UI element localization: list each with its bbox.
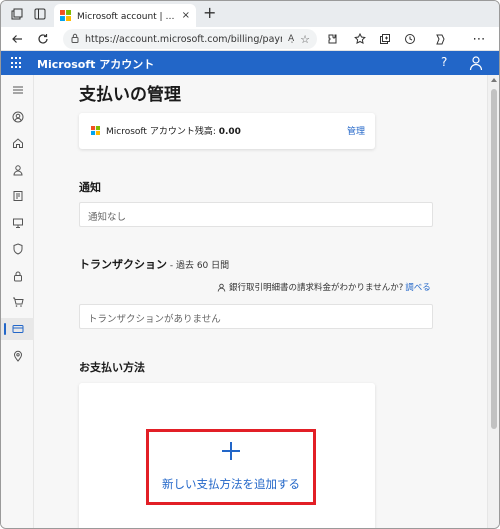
extensions-icon[interactable] (324, 31, 340, 47)
devices-icon (12, 218, 23, 228)
favorite-icon[interactable]: ☆ (300, 33, 310, 46)
security-icon (13, 243, 22, 255)
notifications-empty-text: 通知なし (88, 212, 127, 223)
notifications-box: 通知なし (79, 202, 433, 227)
add-payment-method-button[interactable]: 新しい支払方法を追加する (146, 429, 316, 505)
rewards-icon (13, 191, 22, 201)
tab-strip: Microsoft account | 支払いオプション × + (1, 1, 499, 27)
person-icon (217, 283, 226, 292)
sidebar-item-devices[interactable] (1, 212, 34, 234)
microsoft-logo-icon (60, 10, 71, 21)
balance-label: Microsoft アカウント残高: 0.00 (106, 124, 241, 137)
favorites-bar-icon[interactable] (352, 31, 368, 47)
sidebar-item-subscriptions[interactable] (1, 185, 34, 207)
balance-value: 0.00 (218, 127, 241, 137)
location-icon (13, 350, 22, 362)
back-icon[interactable] (9, 31, 25, 47)
new-tab-button[interactable]: + (203, 5, 216, 21)
refresh-icon[interactable] (35, 31, 51, 47)
address-bar[interactable]: https://account.microsoft.com/billing/pa… (63, 29, 317, 49)
bank-question-text: 銀行取引明細書の請求料金がわかりませんか? (229, 283, 404, 293)
browser-window: Microsoft account | 支払いオプション × + https:/… (0, 0, 500, 529)
history-icon[interactable] (402, 31, 418, 47)
person-icon (12, 165, 23, 176)
payment-methods-heading: お支払い方法 (79, 361, 145, 374)
orders-icon (12, 297, 24, 307)
active-tab[interactable]: Microsoft account | 支払いオプション × (54, 4, 196, 27)
app-header: Microsoft アカウント ? (1, 51, 499, 75)
sidebar-item-orders[interactable] (1, 291, 34, 313)
sidebar-item-security[interactable] (1, 238, 34, 260)
help-button[interactable]: ? (441, 55, 447, 69)
bank-statement-line: 銀行取引明細書の請求料金がわかりませんか? 調べる (217, 281, 431, 293)
transactions-heading-text: トランザクション (79, 258, 167, 271)
more-options-icon[interactable]: ⋯ (471, 31, 487, 47)
profile-icon[interactable] (469, 55, 483, 71)
add-payment-method-label: 新しい支払方法を追加する (162, 477, 300, 491)
home-icon (12, 138, 23, 148)
transactions-box: トランザクションがありません (79, 304, 433, 329)
main-content: 支払いの管理 Microsoft アカウント残高: 0.00 管理 通知 通知な… (34, 75, 487, 528)
read-aloud-button[interactable]: Aͅ (288, 34, 294, 44)
scroll-up-icon[interactable] (491, 78, 497, 82)
waffle-icon[interactable] (11, 57, 23, 69)
sidebar-item-profile[interactable] (1, 106, 34, 128)
payment-methods-card: 新しい支払方法を追加する (79, 383, 375, 528)
collections-icon[interactable] (377, 31, 393, 47)
transactions-empty-text: トランザクションがありません (88, 314, 221, 325)
microsoft-logo-icon (91, 126, 100, 135)
balance-label-text: Microsoft アカウント残高: (106, 127, 219, 137)
transactions-period: - 過去 60 日間 (167, 261, 230, 271)
notifications-heading: 通知 (79, 181, 101, 194)
payment-icon (12, 325, 23, 333)
page-title: 支払いの管理 (79, 85, 181, 105)
plus-icon (222, 442, 240, 460)
tab-close-button[interactable]: × (182, 10, 190, 21)
lock-icon[interactable] (70, 32, 80, 46)
sidebar-item-your-info[interactable] (1, 159, 34, 181)
privacy-icon (13, 271, 22, 282)
brand-title[interactable]: Microsoft アカウント (37, 56, 154, 72)
scrollbar[interactable] (487, 75, 499, 528)
menu-icon[interactable] (1, 79, 34, 101)
copilot-icon[interactable] (432, 31, 448, 47)
sidebar-item-privacy[interactable] (1, 265, 34, 287)
look-up-link[interactable]: 調べる (405, 281, 431, 293)
manage-link[interactable]: 管理 (347, 124, 365, 137)
tab-title: Microsoft account | 支払いオプション (77, 12, 178, 22)
sidebar-item-home[interactable] (1, 132, 34, 154)
vertical-tabs-icon[interactable] (33, 7, 47, 21)
person-icon (12, 111, 23, 123)
balance-card: Microsoft アカウント残高: 0.00 管理 (79, 113, 375, 149)
sidebar (1, 75, 34, 528)
sidebar-item-payment[interactable] (1, 318, 34, 340)
url-text[interactable]: https://account.microsoft.com/billing/pa… (85, 34, 282, 45)
navigation-bar: https://account.microsoft.com/billing/pa… (1, 27, 499, 51)
transactions-heading: トランザクション - 過去 60 日間 (79, 256, 229, 272)
sidebar-item-location[interactable] (1, 345, 34, 367)
scrollbar-thumb[interactable] (491, 89, 497, 429)
tab-actions-icon[interactable] (10, 7, 24, 21)
